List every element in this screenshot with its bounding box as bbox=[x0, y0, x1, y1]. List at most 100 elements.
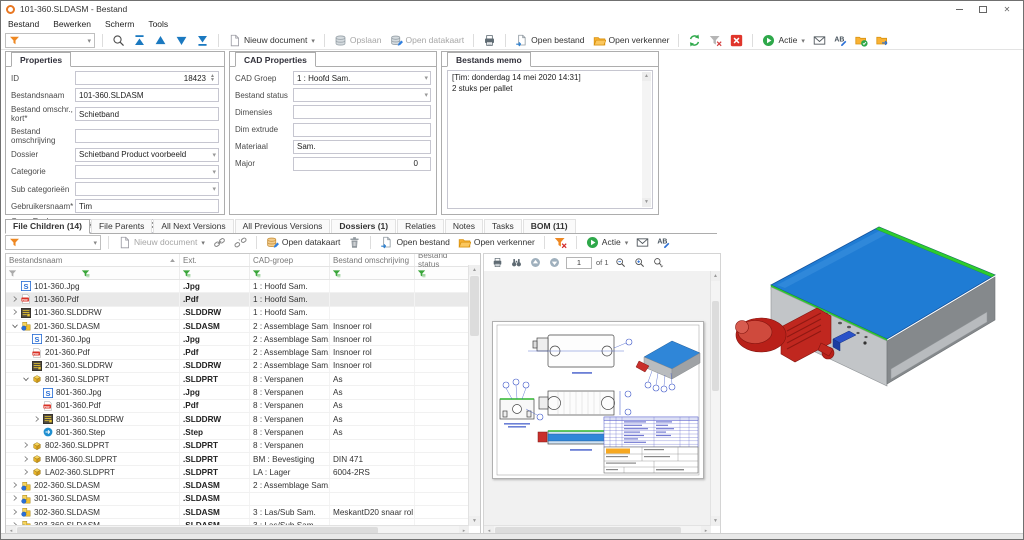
minimize-button[interactable] bbox=[947, 1, 971, 17]
table-row[interactable]: 801-360.SLDDRW .SLDDRW 8 : Verspanen As bbox=[6, 413, 469, 426]
expander[interactable] bbox=[11, 494, 20, 503]
table-row[interactable]: 101-360.Jpg .Jpg 1 : Hoofd Sam. bbox=[6, 280, 469, 293]
dossier-select[interactable]: Schietband Product voorbeeld bbox=[75, 148, 219, 162]
search-button[interactable] bbox=[110, 33, 127, 48]
menu-item[interactable]: Tools bbox=[148, 19, 168, 29]
filter-combo[interactable] bbox=[5, 33, 95, 48]
column-header[interactable]: CAD-groep bbox=[250, 254, 330, 266]
column-header[interactable]: Bestand omschrijving bbox=[330, 254, 415, 266]
column-header[interactable]: Ext. bbox=[180, 254, 250, 266]
expander[interactable] bbox=[11, 308, 20, 317]
filter-cell[interactable] bbox=[250, 267, 330, 279]
expander[interactable] bbox=[33, 388, 42, 397]
menu-item[interactable]: Bestand bbox=[8, 19, 39, 29]
table-row[interactable]: 201-360.SLDASM .SLDASM 2 : Assemblage Sa… bbox=[6, 320, 469, 333]
expander[interactable] bbox=[33, 415, 42, 424]
table-row[interactable]: 801-360.Step .Step 8 : Verspanen As bbox=[6, 426, 469, 439]
refresh-button[interactable] bbox=[686, 33, 703, 48]
major-field[interactable]: 0 bbox=[293, 157, 431, 171]
close-button[interactable] bbox=[995, 1, 1019, 17]
print-button[interactable] bbox=[481, 33, 498, 48]
column-header[interactable]: Bestandsnaam bbox=[6, 254, 180, 266]
subcategory-select[interactable] bbox=[75, 182, 219, 196]
open-file-button[interactable]: Open bestand bbox=[378, 235, 451, 250]
table-row[interactable]: 801-360.Jpg .Jpg 8 : Verspanen As bbox=[6, 386, 469, 399]
action-button[interactable]: Actie bbox=[760, 33, 806, 48]
zoom-in-button[interactable] bbox=[632, 256, 647, 269]
open-datacard-button[interactable]: Open datakaart bbox=[388, 33, 467, 48]
grid-filter-combo[interactable] bbox=[5, 235, 101, 250]
cancel-button[interactable] bbox=[728, 33, 745, 48]
category-select[interactable] bbox=[75, 165, 219, 179]
table-row[interactable]: 801-360.SLDPRT .SLDPRT 8 : Verspanen As bbox=[6, 373, 469, 386]
link-button[interactable] bbox=[211, 235, 228, 250]
clear-filter-button[interactable] bbox=[552, 235, 569, 250]
bottom-tab[interactable]: All Previous Versions bbox=[235, 219, 331, 233]
id-field[interactable]: 18423▲▼ bbox=[75, 71, 219, 85]
cad-group-select[interactable]: 1 : Hoofd Sam. bbox=[293, 71, 431, 85]
bottom-tab[interactable]: BOM (11) bbox=[523, 219, 576, 233]
dim-extrude-field[interactable] bbox=[293, 123, 431, 137]
expander[interactable] bbox=[22, 441, 31, 450]
new-document-button[interactable]: Nieuw document bbox=[226, 33, 317, 48]
table-row[interactable]: 201-360.Jpg .Jpg 2 : Assemblage Sam. Ins… bbox=[6, 333, 469, 346]
memo-textarea[interactable]: [Tim: donderdag 14 mei 2020 14:31] 2 stu… bbox=[447, 70, 653, 209]
table-vertical-scrollbar[interactable]: ▲▼ bbox=[468, 265, 480, 526]
print-button[interactable] bbox=[490, 256, 505, 269]
expander[interactable] bbox=[22, 348, 31, 357]
menu-item[interactable]: Bewerken bbox=[53, 19, 91, 29]
zoom-mode-button[interactable] bbox=[651, 256, 666, 269]
description-field[interactable] bbox=[75, 129, 219, 143]
table-row[interactable]: 201-360.SLDDRW .SLDDRW 2 : Assemblage Sa… bbox=[6, 360, 469, 373]
table-row[interactable]: 201-360.Pdf .Pdf 2 : Assemblage Sam. Ins… bbox=[6, 346, 469, 359]
memo-scrollbar[interactable]: ▲▼ bbox=[642, 72, 651, 207]
expander[interactable] bbox=[11, 295, 20, 304]
open-explorer-button[interactable]: Open verkenner bbox=[456, 235, 537, 250]
rename-button[interactable] bbox=[832, 33, 849, 48]
table-row[interactable]: BM06-360.SLDPRT .SLDPRT BM : Bevestiging… bbox=[6, 453, 469, 466]
save-button[interactable]: Opslaan bbox=[332, 33, 384, 48]
rename-button[interactable] bbox=[655, 235, 672, 250]
short-description-field[interactable]: Schietband bbox=[75, 107, 219, 121]
expander[interactable] bbox=[22, 468, 31, 477]
open-datacard-button[interactable]: Open datakaart bbox=[264, 235, 343, 250]
username-field[interactable]: Tim bbox=[75, 199, 219, 213]
bottom-tab[interactable]: Tasks bbox=[484, 219, 522, 233]
folder-check-button[interactable] bbox=[853, 33, 870, 48]
table-row[interactable]: 202-360.SLDASM .SLDASM 2 : Assemblage Sa… bbox=[6, 479, 469, 492]
filter-cell[interactable] bbox=[180, 267, 250, 279]
nav-first-button[interactable] bbox=[131, 33, 148, 48]
action-button[interactable]: Actie bbox=[584, 235, 630, 250]
table-row[interactable]: LA02-360.SLDPRT .SLDPRT LA : Lager 6004-… bbox=[6, 466, 469, 479]
page-number-input[interactable] bbox=[566, 257, 592, 269]
material-field[interactable]: Sam. bbox=[293, 140, 431, 154]
nav-next-button[interactable] bbox=[173, 33, 190, 48]
find-button[interactable] bbox=[509, 256, 524, 269]
filename-field[interactable]: 101-360.SLDASM bbox=[75, 88, 219, 102]
open-explorer-button[interactable]: Open verkenner bbox=[591, 33, 672, 48]
bottom-tab[interactable]: File Parents bbox=[91, 219, 152, 233]
expander[interactable] bbox=[22, 335, 31, 344]
menu-item[interactable]: Scherm bbox=[105, 19, 134, 29]
table-row[interactable]: 101-360.Pdf .Pdf 1 : Hoofd Sam. bbox=[6, 293, 469, 306]
expander[interactable] bbox=[33, 428, 42, 437]
expander[interactable] bbox=[22, 455, 31, 464]
table-row[interactable]: 802-360.SLDPRT .SLDPRT 8 : Verspanen bbox=[6, 440, 469, 453]
expander[interactable] bbox=[11, 481, 20, 490]
table-row[interactable]: 302-360.SLDASM .SLDASM 3 : Las/Sub Sam. … bbox=[6, 506, 469, 519]
next-page-button[interactable] bbox=[547, 256, 562, 269]
dimensions-field[interactable] bbox=[293, 105, 431, 119]
open-file-button[interactable]: Open bestand bbox=[513, 33, 586, 48]
nav-prev-button[interactable] bbox=[152, 33, 169, 48]
maximize-button[interactable] bbox=[971, 1, 995, 17]
nav-last-button[interactable] bbox=[194, 33, 211, 48]
unlink-button[interactable] bbox=[232, 235, 249, 250]
spinner-icons[interactable]: ▲▼ bbox=[208, 72, 217, 84]
email-button[interactable] bbox=[634, 235, 651, 250]
properties-tab[interactable]: Properties bbox=[11, 52, 71, 67]
table-row[interactable]: 101-360.SLDDRW .SLDDRW 1 : Hoofd Sam. bbox=[6, 307, 469, 320]
email-button[interactable] bbox=[811, 33, 828, 48]
bottom-tab[interactable]: All Next Versions bbox=[153, 219, 233, 233]
new-document-button[interactable]: Nieuw document bbox=[116, 235, 207, 250]
folder-export-button[interactable] bbox=[874, 33, 891, 48]
